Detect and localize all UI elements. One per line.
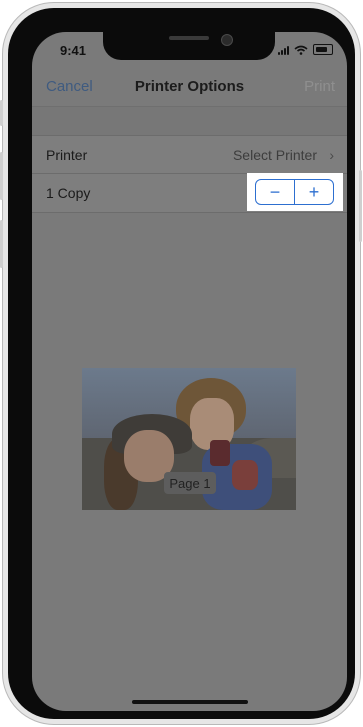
increment-button[interactable]: +	[295, 180, 333, 204]
chevron-right-icon: ›	[329, 147, 334, 163]
page-title: Printer Options	[134, 78, 245, 95]
decrement-button[interactable]: −	[256, 180, 294, 204]
page-label: Page 1	[164, 472, 216, 494]
navigation-bar: Cancel Printer Options Print	[32, 66, 347, 106]
printer-value: Select Printer	[232, 147, 317, 163]
status-icons	[278, 44, 333, 55]
printer-label: Printer	[46, 147, 88, 163]
copies-stepper-highlight: − +	[247, 173, 343, 211]
copies-stepper: − +	[255, 179, 334, 205]
preview-cup	[210, 440, 230, 466]
front-camera	[221, 34, 233, 46]
print-button[interactable]: Print	[304, 78, 335, 95]
notch	[103, 32, 275, 60]
screen: 9:41 Cancel Printer Options Print Printe	[32, 32, 347, 711]
signal-icon	[278, 45, 289, 55]
wifi-icon	[294, 45, 308, 55]
copies-label: 1 Copy	[46, 185, 91, 201]
power-button	[359, 170, 362, 242]
printer-row[interactable]: Printer Select Printer ›	[32, 135, 347, 174]
phone-bezel: 9:41 Cancel Printer Options Print Printe	[8, 8, 355, 719]
mute-switch	[0, 100, 3, 126]
preview-scarf-stripe	[232, 460, 258, 490]
status-time: 9:41	[60, 43, 87, 58]
battery-icon	[313, 44, 333, 55]
speaker	[169, 36, 209, 40]
volume-up-button	[0, 152, 3, 200]
section-gap	[32, 107, 347, 135]
print-preview-thumbnail[interactable]: Page 1	[82, 368, 296, 510]
volume-down-button	[0, 220, 3, 268]
home-indicator[interactable]	[132, 700, 248, 704]
